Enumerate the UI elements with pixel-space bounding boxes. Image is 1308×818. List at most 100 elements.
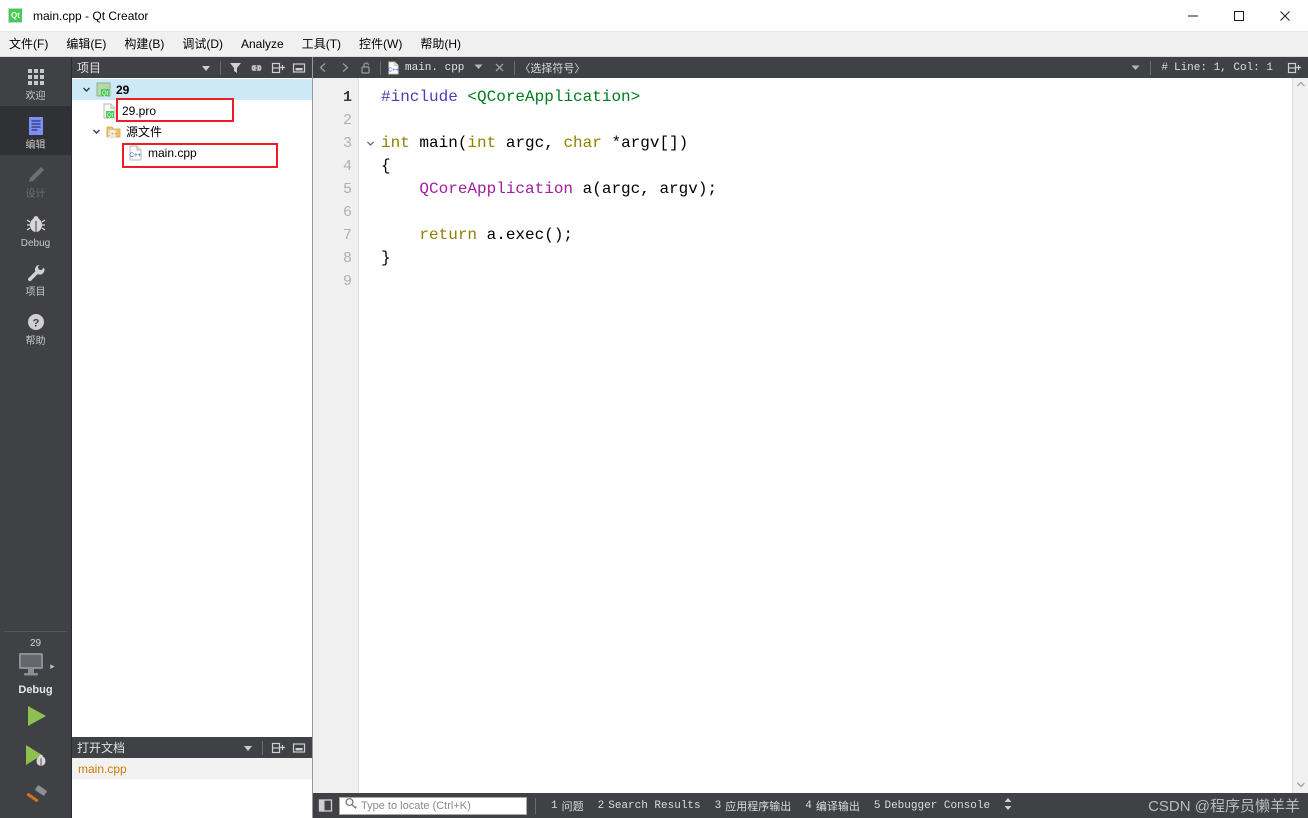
- navigate-back-button[interactable]: [313, 57, 334, 78]
- chevron-down-icon[interactable]: [88, 127, 104, 136]
- editor-vertical-scrollbar[interactable]: [1292, 78, 1308, 793]
- locator-input[interactable]: Type to locate (Ctrl+K): [339, 796, 527, 815]
- tree-row[interactable]: C++ 源文件: [72, 121, 312, 142]
- split-add-icon[interactable]: [1283, 57, 1304, 78]
- navigate-forward-button[interactable]: [334, 57, 355, 78]
- close-editor-button[interactable]: [489, 57, 510, 78]
- menu-analyze[interactable]: Analyze: [232, 32, 293, 57]
- symbol-dropdown-button[interactable]: [1125, 57, 1146, 78]
- mode-label-edit: 编辑: [25, 139, 46, 151]
- split-add-icon[interactable]: [268, 58, 287, 77]
- mode-label-help: 帮助: [25, 335, 46, 347]
- chevron-down-icon[interactable]: [238, 738, 257, 757]
- mode-item-help[interactable]: ? 帮助: [0, 302, 71, 351]
- chevron-up-icon[interactable]: [1296, 80, 1306, 90]
- menu-tools[interactable]: 工具(T): [293, 32, 350, 57]
- question-circle-icon: ?: [25, 310, 47, 334]
- toolbar-divider: [1150, 60, 1152, 75]
- code-line: {: [381, 155, 1292, 178]
- build-button[interactable]: [0, 778, 71, 818]
- menu-debug[interactable]: 调试(D): [173, 32, 232, 57]
- wrench-icon: [25, 261, 47, 285]
- toolbar-divider: [514, 60, 516, 75]
- link-icon[interactable]: [247, 58, 266, 77]
- menu-bar: 文件(F) 编辑(E) 构建(B) 调试(D) Analyze 工具(T) 控件…: [0, 32, 1308, 57]
- svg-text:C++: C++: [129, 152, 141, 159]
- kit-selector[interactable]: 29 ▸ Debug: [0, 632, 71, 698]
- code-token: a(argc, argv);: [573, 180, 718, 198]
- list-item[interactable]: main.cpp: [72, 758, 312, 779]
- close-button[interactable]: [1262, 0, 1308, 32]
- run-button[interactable]: [0, 698, 71, 738]
- open-documents-tools: [238, 738, 312, 757]
- current-file-selector[interactable]: C++ main. cpp: [385, 61, 489, 75]
- code-line: return a.exec();: [381, 224, 1292, 247]
- tree-row[interactable]: C++ main.cpp: [72, 142, 312, 163]
- chevron-down-icon[interactable]: [359, 132, 381, 155]
- mode-item-welcome[interactable]: 欢迎: [0, 57, 71, 106]
- minimize-button[interactable]: [1170, 0, 1216, 32]
- kit-expand-arrow: ▸: [50, 661, 55, 671]
- qt-logo-text: Qt: [9, 8, 22, 22]
- qt-project-icon: Qt: [94, 82, 112, 97]
- code-token: main(: [409, 134, 468, 152]
- fold-slot: [359, 270, 381, 293]
- split-add-icon[interactable]: [268, 738, 287, 757]
- menu-build[interactable]: 构建(B): [115, 32, 173, 57]
- kit-icon-row: ▸: [16, 651, 55, 682]
- svg-text:?: ?: [32, 317, 39, 329]
- editor-area: C++ main. cpp 〈选择符号〉 # Line: 1, Col: 1 1…: [313, 57, 1308, 818]
- output-pane-compile-output[interactable]: 4 编译输出: [798, 793, 867, 818]
- output-pane-search-results[interactable]: 2 Search Results: [591, 793, 708, 818]
- menu-widgets[interactable]: 控件(W): [350, 32, 411, 57]
- menu-help[interactable]: 帮助(H): [411, 32, 470, 57]
- svg-text:C++: C++: [106, 132, 118, 138]
- filter-icon[interactable]: [226, 58, 245, 77]
- mode-item-edit[interactable]: 编辑: [0, 106, 71, 155]
- code-editor[interactable]: 1 2 3 4 5 6 7 8 9 #include <QCoreApplica…: [313, 78, 1292, 793]
- sidebar-toggle-icon[interactable]: [313, 793, 337, 818]
- line-number-gutter: 1 2 3 4 5 6 7 8 9: [313, 78, 359, 793]
- close-pane-icon[interactable]: [289, 58, 308, 77]
- project-tree[interactable]: Qt 29 Qt 29.pro C++ 源文件 C++ main.cpp: [72, 78, 312, 737]
- code-line: #include <QCoreApplication>: [381, 86, 1292, 109]
- symbol-selector[interactable]: 〈选择符号〉: [519, 60, 585, 76]
- bug-icon: [25, 212, 47, 236]
- mode-item-debug[interactable]: Debug: [0, 204, 71, 253]
- chevron-down-icon[interactable]: [474, 62, 483, 73]
- output-pane-navigate-icon[interactable]: [997, 797, 1019, 814]
- code-token: int: [381, 134, 410, 152]
- cursor-position-label: Line: 1, Col: 1: [1173, 61, 1273, 74]
- locator-placeholder: Type to locate (Ctrl+K): [361, 799, 471, 812]
- tree-row[interactable]: Qt 29: [72, 79, 312, 100]
- code-lines[interactable]: #include <QCoreApplication> int main(int…: [381, 78, 1292, 793]
- mode-item-design[interactable]: 设计: [0, 155, 71, 204]
- start-debugging-button[interactable]: [0, 738, 71, 778]
- unlock-icon[interactable]: [355, 57, 376, 78]
- maximize-button[interactable]: [1216, 0, 1262, 32]
- output-pane-issues[interactable]: 1 问题: [544, 793, 591, 818]
- chevron-down-icon[interactable]: [78, 85, 94, 94]
- close-pane-icon[interactable]: [289, 738, 308, 757]
- menu-edit[interactable]: 编辑(E): [57, 32, 115, 57]
- tools-divider: [220, 60, 221, 75]
- menu-file[interactable]: 文件(F): [0, 32, 57, 57]
- output-pane-application-output[interactable]: 3 应用程序输出: [708, 793, 799, 818]
- pane-number: 4: [805, 799, 812, 812]
- main-body: 欢迎 编辑 设计 Debug 项目 ? 帮助 29 ▸ Debug 项目 Qt …: [0, 57, 1308, 818]
- monitor-icon: [16, 651, 46, 682]
- mode-item-projects[interactable]: 项目: [0, 253, 71, 302]
- chevron-down-icon[interactable]: [196, 58, 215, 77]
- code-token: return: [419, 226, 478, 244]
- svg-text:C++: C++: [388, 67, 399, 73]
- cpp-file-icon: C++: [126, 145, 144, 161]
- open-documents-list[interactable]: main.cpp: [72, 758, 312, 818]
- code-token: *argv[]): [601, 134, 689, 152]
- chevron-down-icon[interactable]: [1296, 781, 1306, 791]
- mode-label-design: 设计: [25, 188, 46, 200]
- left-dock: 项目 Qt 29 Qt 29.pro C++ 源文件 C++ main.cpp …: [72, 57, 313, 818]
- output-pane-debugger-console[interactable]: 5 Debugger Console: [867, 793, 997, 818]
- fold-slot: [359, 109, 381, 132]
- tree-row[interactable]: Qt 29.pro: [72, 100, 312, 121]
